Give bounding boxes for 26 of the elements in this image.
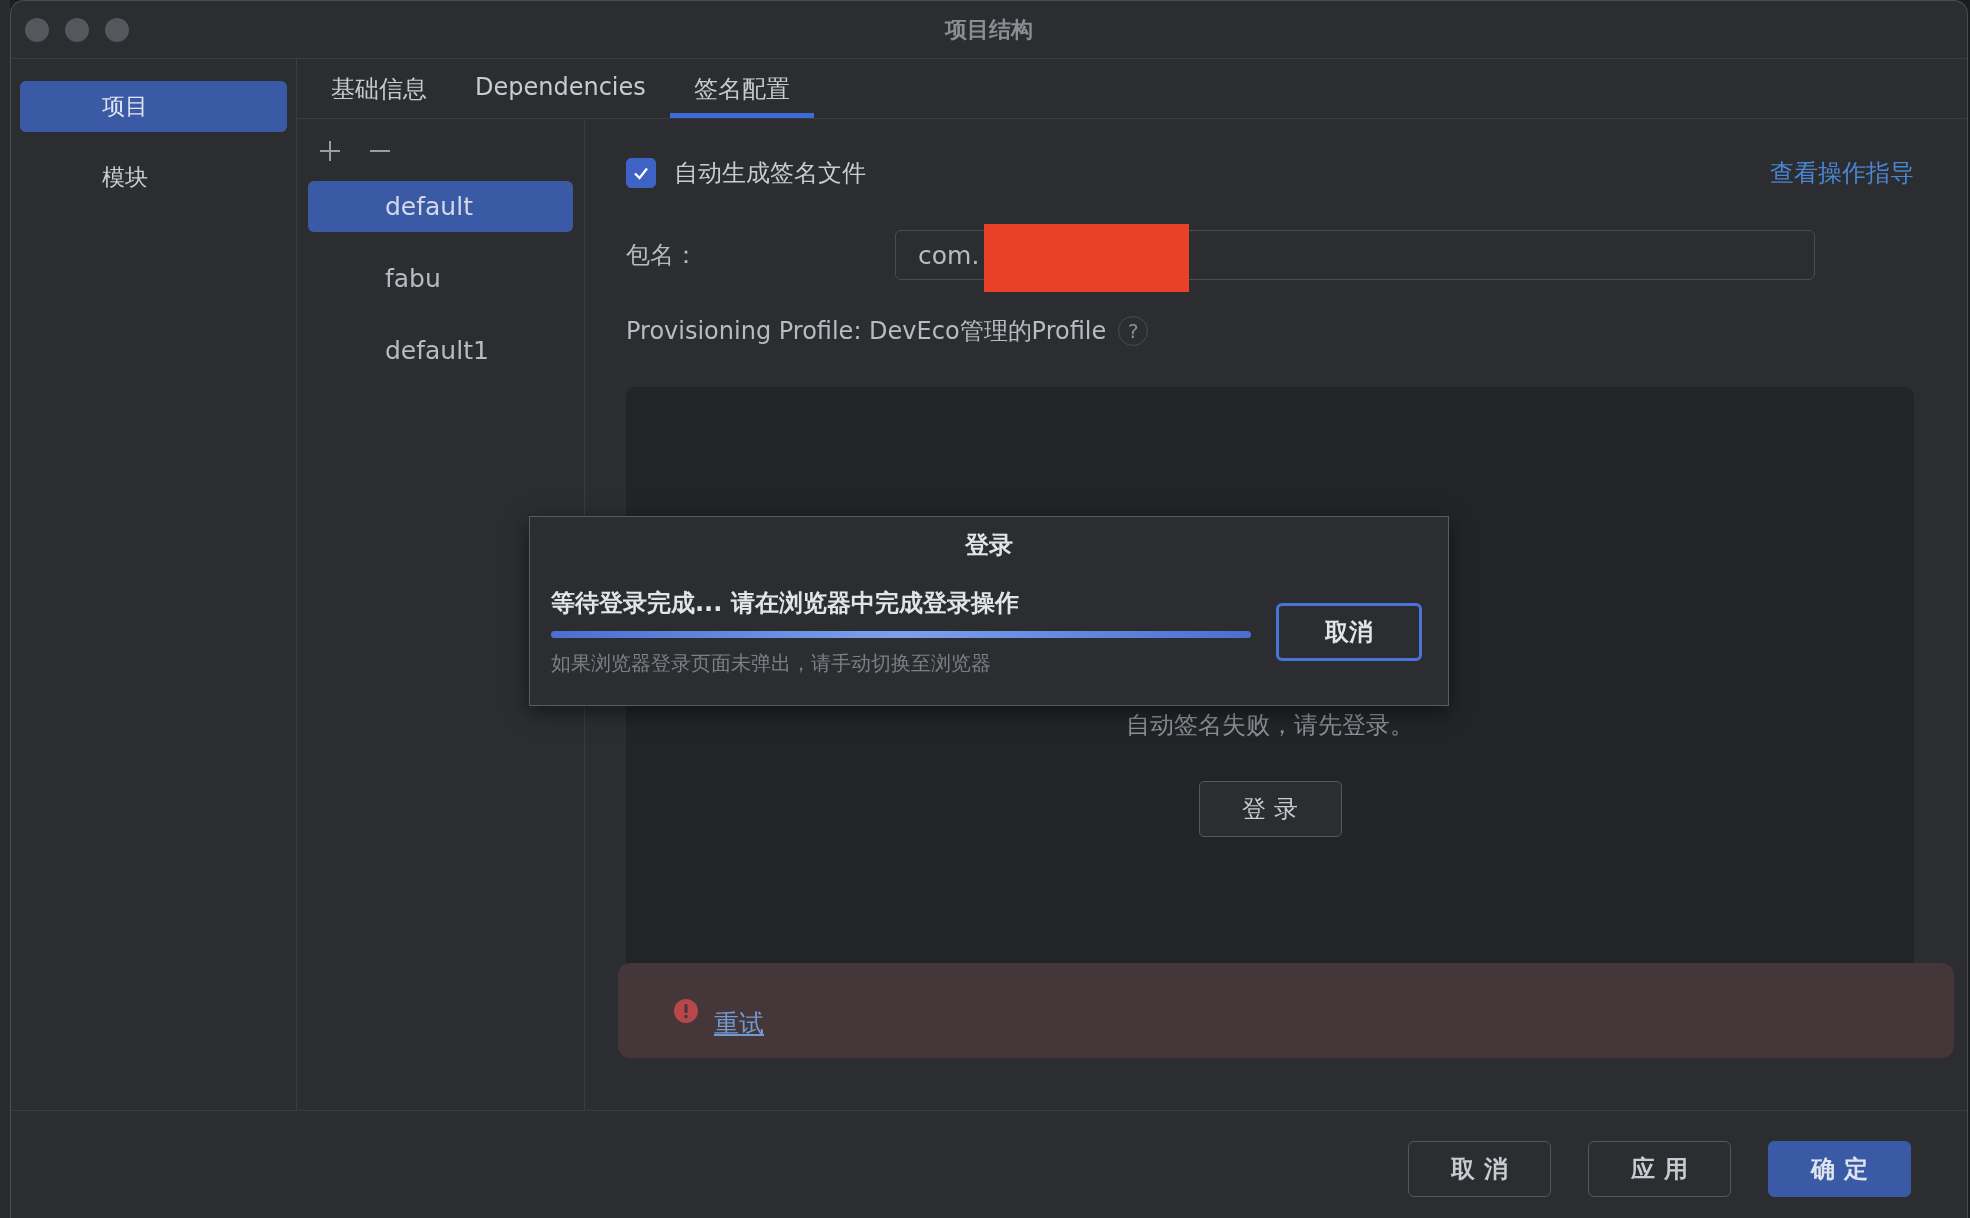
ok-button[interactable]: 确 定 — [1768, 1140, 1911, 1197]
guide-link[interactable]: 查看操作指导 — [1770, 157, 1914, 189]
sidebar-item[interactable]: 项目 — [20, 81, 287, 132]
footer-button[interactable]: 应 用 — [1588, 1140, 1731, 1197]
config-item[interactable]: default — [308, 181, 573, 232]
config-item[interactable]: default1 — [308, 325, 573, 376]
dialog-title: 登录 — [965, 530, 1013, 561]
dialog-hint: 如果浏览器登录页面未弹出，请手动切换至浏览器 — [551, 650, 992, 677]
retry-link[interactable]: 重试 — [714, 1007, 764, 1040]
tab[interactable]: 签名配置 — [669, 59, 814, 118]
checkbox[interactable] — [626, 158, 656, 188]
field-label: 包名： — [626, 240, 699, 271]
sidebar-item[interactable]: 模块 — [20, 152, 287, 203]
error-icon — [674, 999, 698, 1023]
cancel-button[interactable]: 取消 — [1276, 603, 1422, 661]
checkbox-label: 自动生成签名文件 — [674, 158, 866, 189]
window-title: 项目结构 — [943, 15, 1034, 44]
tab[interactable]: 基础信息 — [307, 59, 451, 118]
footer-button[interactable]: 取 消 — [1408, 1140, 1551, 1197]
profile-label: Provisioning Profile: DevEco管理的Profile — [626, 316, 1107, 347]
tab[interactable]: Dependencies — [451, 59, 670, 118]
dialog-message: 等待登录完成... 请在浏览器中完成登录操作 — [551, 588, 1020, 619]
config-item[interactable]: fabu — [308, 253, 573, 304]
login-button[interactable]: 登 录 — [1198, 781, 1342, 837]
add-icon[interactable] — [317, 138, 343, 164]
status-message: 自动签名失败，请先登录。 — [1126, 710, 1414, 741]
